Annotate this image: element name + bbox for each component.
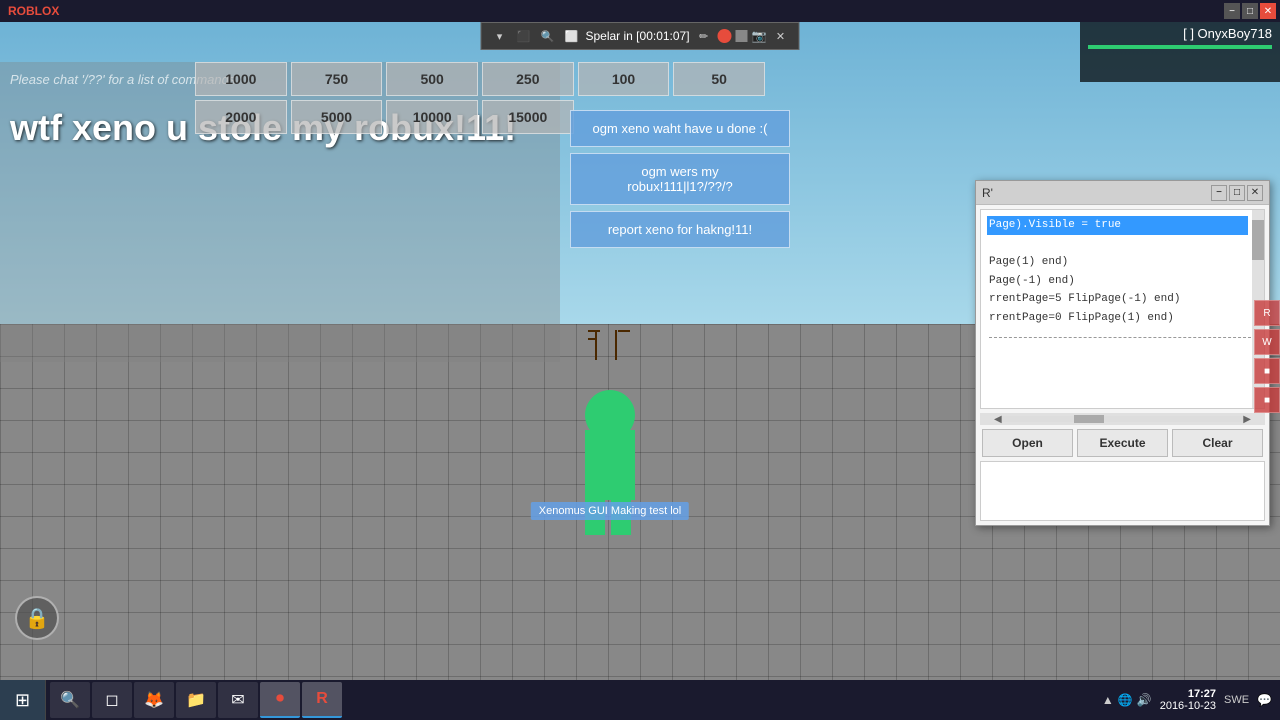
char-body <box>585 430 635 500</box>
zoom-icon[interactable]: 🔍 <box>537 26 557 46</box>
taskbar-apps: 🔍 ◻ 🦊 📁 ✉ ⏺ R <box>46 680 346 720</box>
editor-titlebar: R' − □ ✕ <box>976 181 1269 205</box>
recording-bar: ▾ ⬛ 🔍 ⬜ Spelar in [00:01:07] ✏ 📷 ✕ <box>480 22 799 50</box>
clock-date: 2016-10-23 <box>1160 700 1216 712</box>
char-nametag: Xenomus GUI Making test lol <box>531 502 689 520</box>
chat-option-3[interactable]: report xeno for hakng!11! <box>570 211 790 248</box>
right-icon-1[interactable]: R <box>1254 300 1280 326</box>
system-tray: ▲ 🌐 🔊 <box>1102 693 1152 707</box>
taskbar-mail[interactable]: ✉ <box>218 682 258 718</box>
code-line-1: Page).Visible = true <box>987 216 1248 235</box>
notification-icon[interactable]: 💬 <box>1257 693 1272 707</box>
num-btn-2000[interactable]: 2000 <box>195 100 287 134</box>
taskbar-browser[interactable]: 🦊 <box>134 682 174 718</box>
code-line-2 <box>987 235 1248 254</box>
open-button[interactable]: Open <box>982 429 1073 457</box>
taskbar: ⊞ 🔍 ◻ 🦊 📁 ✉ ⏺ R ▲ 🌐 🔊 17:27 2016-10-23 S… <box>0 680 1280 720</box>
health-bar <box>1088 45 1272 49</box>
script-editor-window: R' − □ ✕ Page).Visible = true Page(1) en… <box>975 180 1270 526</box>
num-btn-50[interactable]: 50 <box>673 62 765 96</box>
dropdown-icon[interactable]: ▾ <box>489 26 509 46</box>
app-title: ROBLOX <box>8 4 59 18</box>
camera-icon[interactable]: 📷 <box>752 29 767 43</box>
right-sidebar-icons: R W ■ ■ <box>1254 300 1280 413</box>
num-btn-250[interactable]: 250 <box>482 62 574 96</box>
chat-option-2[interactable]: ogm wers my robux!111|l1?/??/? <box>570 153 790 205</box>
windows-icon: ⊞ <box>15 690 30 711</box>
code-line-3: Page(1) end) <box>987 253 1248 272</box>
taskbar-right: ▲ 🌐 🔊 17:27 2016-10-23 SWE 💬 <box>1102 688 1280 712</box>
clock-time: 17:27 <box>1160 688 1216 700</box>
taskbar-explorer[interactable]: 📁 <box>176 682 216 718</box>
num-btn-750[interactable]: 750 <box>291 62 383 96</box>
user-panel: [ ] OnyxBoy718 <box>1080 22 1280 82</box>
scroll-track[interactable] <box>1002 416 1244 422</box>
code-line-4: Page(-1) end) <box>987 272 1248 291</box>
chat-option-1[interactable]: ogm xeno waht have u done :( <box>570 110 790 147</box>
taskbar-roblox[interactable]: R <box>302 682 342 718</box>
editor-code-area[interactable]: Page).Visible = true Page(1) end) Page(-… <box>980 209 1265 409</box>
chat-options: ogm xeno waht have u done :( ogm wers my… <box>570 110 790 248</box>
title-bar-controls: − □ ✕ <box>1224 3 1276 19</box>
webcam-icon[interactable]: ⬛ <box>513 26 533 46</box>
lock-icon[interactable]: 🔒 <box>15 596 59 640</box>
h-scroll-thumb[interactable] <box>1074 415 1104 423</box>
execute-button[interactable]: Execute <box>1077 429 1168 457</box>
stop-button[interactable] <box>736 30 748 42</box>
editor-scrollbar-horizontal[interactable]: ◀ ▶ <box>980 413 1265 425</box>
num-btn-500[interactable]: 500 <box>386 62 478 96</box>
tray-network[interactable]: 🌐 <box>1118 693 1133 707</box>
editor-close-btn[interactable]: ✕ <box>1247 185 1263 201</box>
editor-buttons: Open Execute Clear <box>976 425 1269 461</box>
taskbar-taskview[interactable]: ◻ <box>92 682 132 718</box>
num-btn-100[interactable]: 100 <box>578 62 670 96</box>
spelar-text: Spelar in [00:01:07] <box>585 29 689 43</box>
code-line-5: rrentPage=5 FlipPage(-1) end) <box>987 290 1248 309</box>
start-button[interactable]: ⊞ <box>0 680 46 720</box>
num-btn-15000[interactable]: 15000 <box>482 100 574 134</box>
title-bar: ROBLOX − □ ✕ <box>0 0 1280 22</box>
close-button[interactable]: ✕ <box>1260 3 1276 19</box>
num-btn-1000[interactable]: 1000 <box>195 62 287 96</box>
language-indicator: SWE <box>1224 694 1249 706</box>
tray-speaker[interactable]: 🔊 <box>1137 693 1152 707</box>
right-icon-3[interactable]: ■ <box>1254 358 1280 384</box>
clear-button[interactable]: Clear <box>1172 429 1263 457</box>
scrollbar-thumb[interactable] <box>1252 220 1264 260</box>
editor-title: R' <box>982 186 1209 200</box>
editor-minimize-btn[interactable]: − <box>1211 185 1227 201</box>
scroll-right-btn[interactable]: ▶ <box>1243 414 1251 425</box>
scroll-left-btn[interactable]: ◀ <box>994 414 1002 425</box>
pencil-icon[interactable]: ✏ <box>694 26 714 46</box>
taskbar-search[interactable]: 🔍 <box>50 682 90 718</box>
record-button-red[interactable] <box>718 29 732 43</box>
restore-button[interactable]: □ <box>1242 3 1258 19</box>
fullscreen-icon[interactable]: ⬜ <box>561 26 581 46</box>
character: Xenomus GUI Making test lol <box>560 320 660 500</box>
num-btn-10000[interactable]: 10000 <box>386 100 478 134</box>
right-icon-4[interactable]: ■ <box>1254 387 1280 413</box>
close-rec-icon[interactable]: ✕ <box>771 26 791 46</box>
editor-restore-btn[interactable]: □ <box>1229 185 1245 201</box>
code-line-6: rrentPage=0 FlipPage(1) end) <box>987 309 1248 328</box>
minimize-button[interactable]: − <box>1224 3 1240 19</box>
right-icon-2[interactable]: W <box>1254 329 1280 355</box>
taskbar-record[interactable]: ⏺ <box>260 682 300 718</box>
clock[interactable]: 17:27 2016-10-23 <box>1160 688 1216 712</box>
username-display: [ ] OnyxBoy718 <box>1183 26 1272 41</box>
editor-output-area[interactable] <box>980 461 1265 521</box>
tray-arrow[interactable]: ▲ <box>1102 693 1114 707</box>
code-display: Page).Visible = true Page(1) end) Page(-… <box>981 210 1264 333</box>
num-btn-5000[interactable]: 5000 <box>291 100 383 134</box>
